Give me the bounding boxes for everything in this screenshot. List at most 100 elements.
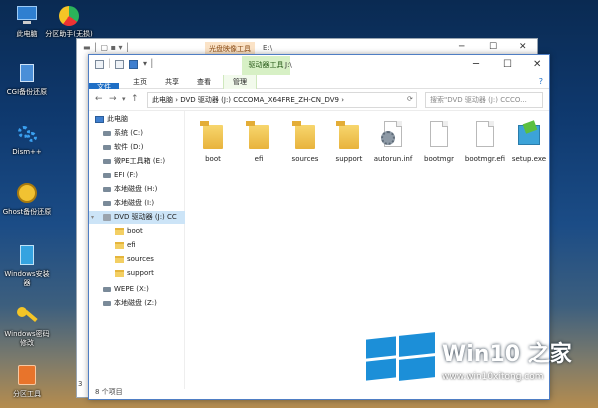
- file-item-autorun[interactable]: autorun.inf: [371, 119, 415, 164]
- drive-icon: [103, 144, 111, 150]
- nav-item-label: 本地磁盘 (Z:): [114, 299, 157, 307]
- file-name: support: [335, 155, 363, 163]
- nav-item-drive-z[interactable]: 本地磁盘 (Z:): [103, 297, 185, 310]
- window-path: E:\: [263, 44, 273, 52]
- nav-item-folder-boot[interactable]: boot: [115, 225, 185, 238]
- address-bar[interactable]: 此电脑 › DVD 驱动器 (J:) CCCOMA_X64FRE_ZH-CN_D…: [147, 92, 417, 108]
- nav-item-label: efi: [127, 241, 136, 249]
- watermark-brand-zh: 之家: [527, 342, 572, 367]
- desktop-icon-ghost[interactable]: Ghost备份还原: [2, 182, 52, 217]
- close-icon[interactable]: ✕: [519, 42, 527, 52]
- file-item-efi[interactable]: efi: [237, 119, 281, 164]
- file-name: bootmgr.efi: [464, 155, 506, 163]
- new-folder-icon[interactable]: [129, 60, 138, 69]
- recent-dropdown-icon[interactable]: ▾: [122, 95, 126, 103]
- context-tab-drive-tools[interactable]: 驱动器工具: [242, 56, 290, 75]
- nav-item-drive-c[interactable]: 系统 (C:): [103, 127, 185, 140]
- folder-icon: [115, 255, 124, 263]
- close-icon[interactable]: ✕: [533, 59, 541, 70]
- partition-tool-icon: [14, 364, 40, 388]
- nav-item-drive-h[interactable]: 本地磁盘 (H:): [103, 183, 185, 196]
- maximize-icon[interactable]: ☐: [503, 59, 512, 70]
- address-path: 此电脑 › DVD 驱动器 (J:) CCCOMA_X64FRE_ZH-CN_D…: [152, 96, 345, 104]
- drive-icon: [103, 186, 111, 192]
- folder-icon: [291, 119, 319, 151]
- customize-quick-access-icon[interactable]: ▾ │: [143, 59, 154, 68]
- drive-icon: [103, 286, 111, 292]
- desktop-icon-partition-assistant[interactable]: 分区助手(无损): [44, 4, 94, 39]
- desktop-icon-partition-tool[interactable]: 分区工具: [2, 364, 52, 399]
- file-item-bootmgr-efi[interactable]: bootmgr.efi: [463, 119, 507, 164]
- file-item-setup[interactable]: setup.exe: [507, 119, 551, 164]
- gears-icon: [14, 122, 40, 146]
- nav-item-label: 本地磁盘 (H:): [114, 185, 158, 193]
- nav-item-drive-i[interactable]: 本地磁盘 (I:): [103, 197, 185, 210]
- minimize-icon[interactable]: ─: [473, 59, 479, 70]
- file-item-boot[interactable]: boot: [191, 119, 235, 164]
- desktop-icon-windows-password[interactable]: Windows密码修改: [2, 304, 52, 348]
- title-bar[interactable]: │ ▾ │ 驱动器工具 J:\ ─ ☐ ✕: [89, 55, 549, 75]
- drive-icon: [103, 172, 111, 178]
- file-item-support[interactable]: support: [327, 119, 371, 164]
- navigation-pane[interactable]: 此电脑 系统 (C:) 软件 (D:) 微PE工具箱 (E:) EFI (F:)…: [89, 111, 185, 389]
- disk-pie-icon: [56, 4, 82, 28]
- nav-item-folder-support[interactable]: support: [115, 267, 185, 280]
- folder-icon: [115, 269, 124, 277]
- status-bar-item-count: 8 个项目: [95, 388, 123, 396]
- file-name: bootmgr: [424, 155, 454, 163]
- chevron-down-icon[interactable]: ▾: [91, 211, 94, 224]
- nav-item-label: support: [127, 269, 154, 277]
- file-name: sources: [291, 155, 319, 163]
- nav-item-label: 此电脑: [107, 115, 128, 123]
- forward-arrow-icon[interactable]: →: [109, 94, 117, 104]
- maximize-icon[interactable]: ☐: [489, 42, 497, 52]
- search-placeholder: 搜索"DVD 驱动器 (J:) CCCO...: [430, 96, 527, 104]
- nav-item-folder-efi[interactable]: efi: [115, 239, 185, 252]
- refresh-icon[interactable]: ⟳: [407, 95, 413, 103]
- tab-view[interactable]: 查看: [191, 75, 217, 89]
- file-item-bootmgr[interactable]: bootmgr: [417, 119, 461, 164]
- nav-item-drive-d[interactable]: 软件 (D:): [103, 141, 185, 154]
- key-icon: [14, 304, 40, 328]
- search-input[interactable]: 搜索"DVD 驱动器 (J:) CCCO...: [425, 92, 543, 108]
- folder-icon: [245, 119, 273, 151]
- desktop-icon-label: Windows安装器: [4, 270, 50, 287]
- drive-icon: [103, 130, 111, 136]
- drive-icon: [103, 200, 111, 206]
- file-item-sources[interactable]: sources: [283, 119, 327, 164]
- back-arrow-icon[interactable]: ←: [95, 94, 103, 104]
- minimize-icon[interactable]: ─: [459, 42, 464, 52]
- drive-icon: [103, 158, 111, 164]
- nav-item-label: 本地磁盘 (I:): [114, 199, 155, 207]
- nav-item-drive-f[interactable]: EFI (F:): [103, 169, 185, 182]
- desktop-icon-windows-installer[interactable]: Windows安装器: [2, 244, 52, 288]
- desktop-icon-dism[interactable]: Dism++: [2, 122, 52, 157]
- desktop-icon-label: Dism++: [12, 148, 42, 156]
- nav-item-drive-j[interactable]: ▾ DVD 驱动器 (J:) CC: [89, 211, 185, 224]
- nav-item-label: DVD 驱动器 (J:) CC: [114, 213, 177, 221]
- back-window-count: 3: [78, 380, 83, 388]
- tab-share[interactable]: 共享: [159, 75, 185, 89]
- quick-access-icon: ▬ │ ▢ ▪ ▾ │: [83, 43, 130, 52]
- nav-item-folder-sources[interactable]: sources: [115, 253, 185, 266]
- dvd-drive-icon: [103, 213, 111, 221]
- folder-icon: [199, 119, 227, 151]
- watermark-brand: Win10 之家: [442, 336, 572, 368]
- file-name: boot: [205, 155, 221, 163]
- computer-icon: [14, 4, 40, 28]
- nav-item-this-pc[interactable]: 此电脑: [95, 113, 185, 126]
- file-name: setup.exe: [511, 155, 547, 163]
- drive-icon: [103, 300, 111, 306]
- watermark-logo: Win10 之家 www.win10xitong.com: [366, 330, 598, 404]
- nav-item-drive-e[interactable]: 微PE工具箱 (E:): [103, 155, 185, 168]
- nav-item-drive-x[interactable]: WEPE (X:): [103, 283, 185, 296]
- help-icon[interactable]: ?: [539, 77, 543, 86]
- desktop-icon-cgi[interactable]: CGI备份还原: [2, 62, 52, 97]
- windows-installer-icon: [14, 244, 40, 268]
- properties-icon[interactable]: [115, 60, 124, 69]
- folder-icon: [335, 119, 363, 151]
- window-icon: [95, 60, 104, 69]
- tab-home[interactable]: 主页: [127, 75, 153, 89]
- tab-manage[interactable]: 管理: [223, 75, 257, 89]
- up-arrow-icon[interactable]: ↑: [131, 94, 139, 104]
